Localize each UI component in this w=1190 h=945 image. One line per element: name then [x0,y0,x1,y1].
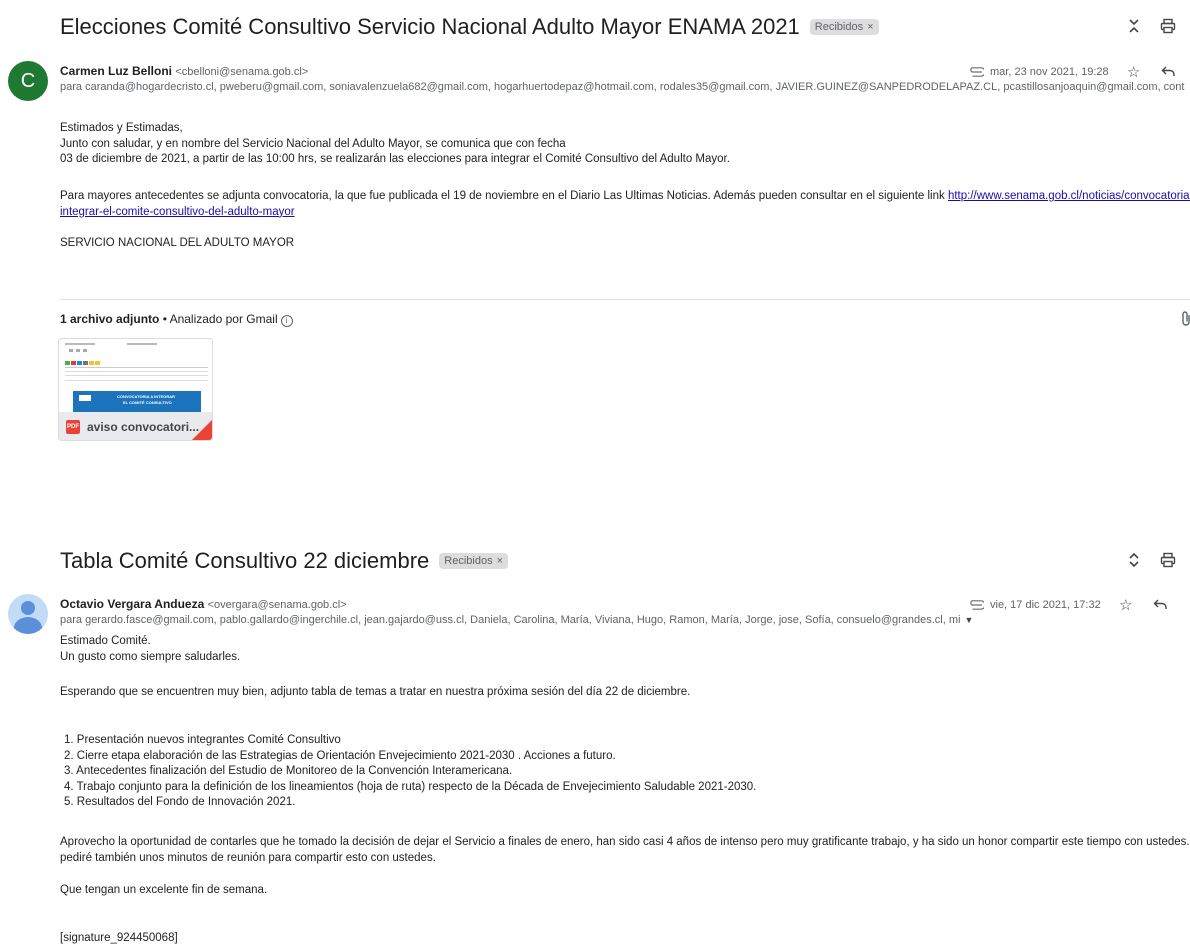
star-icon[interactable]: ☆ [1117,596,1135,614]
convocatoria-link-continued[interactable]: integrar-el-comite-consultivo-del-adulto… [60,206,295,218]
paperclip-icon [968,598,986,613]
reply-icon[interactable] [1151,597,1169,614]
body-line: Junto con saludar, y en nombre del Servi… [60,137,566,150]
thread1-meta: mar, 23 nov 2021, 19:28 ☆ ⋮ [968,63,1190,81]
thread2-toolbar [1112,548,1190,572]
info-icon[interactable]: i [280,315,293,327]
convocatoria-link[interactable]: http://www.senama.gob.cl/noticias/convoc… [948,190,1190,202]
thread1-body: Estimados y Estimadas, Junto con saludar… [60,121,730,168]
remove-label-icon[interactable]: × [497,555,503,567]
signature-placeholder: [signature_924450068] [60,932,178,944]
attachments-header: 1 archivo adjunto • Analizado por Gmail i [60,312,293,327]
thread2-recipients: para gerardo.fasce@gmail.com, pablo.gall… [60,614,974,626]
thread2-intro: Esperando que se encuentren muy bien, ad… [60,686,691,698]
inbox-label-chip[interactable]: Recibidos × [809,19,879,35]
thread2-subject: Tabla Comité Consultivo 22 diciembre [60,548,430,573]
attachment-icon[interactable] [1179,311,1190,331]
agenda-item: 2. Cierre etapa elaboración de las Estra… [64,749,616,762]
sender-avatar[interactable]: C [8,61,48,101]
message-date: vie, 17 dic 2021, 17:32 [990,599,1101,611]
sender-name[interactable]: Carmen Luz Belloni [60,64,172,78]
sender-name[interactable]: Octavio Vergara Andueza [60,597,204,611]
thread1-toolbar [1112,14,1190,38]
sender-avatar[interactable] [8,594,48,634]
attachment-thumbnail: CONVOCATORIA A INTEGRAR EL COMITÉ CONSUL… [59,339,212,412]
thread2-subject-row: Tabla Comité Consultivo 22 diciembre Rec… [60,548,509,574]
inbox-label-chip[interactable]: Recibidos × [439,553,509,569]
attachment-card[interactable]: CONVOCATORIA A INTEGRAR EL COMITÉ CONSUL… [58,338,213,441]
thread1-body-para2: Para mayores antecedentes se adjunta con… [60,189,1190,220]
agenda-list: 1. Presentación nuevos integrantes Comit… [64,733,756,811]
paperclip-icon [968,65,986,80]
thread2-greeting: Estimado Comité. Un gusto como siempre s… [60,635,241,663]
thread1-recipients: para caranda@hogardecristo.cl, pweberu@g… [60,81,1190,93]
pdf-icon: PDF [66,420,80,434]
thread1-signoff: SERVICIO NACIONAL DEL ADULTO MAYOR [60,237,295,249]
star-icon[interactable]: ☆ [1125,63,1143,81]
agenda-item: 4. Trabajo conjunto para la definición d… [64,780,757,793]
thread2-sender: Octavio Vergara Andueza <overgara@senama… [60,597,347,611]
thread2-weekend: Que tengan un excelente fin de semana. [60,884,268,896]
pdf-corner-fold [192,420,212,440]
expand-icon[interactable] [1122,548,1146,572]
divider [60,299,1190,300]
attachment-name-bar: PDF aviso convocatori... [59,412,212,440]
print-icon[interactable] [1156,548,1180,572]
more-vertical-icon[interactable]: ⋮ [1185,596,1190,614]
thread1-sender: Carmen Luz Belloni <cbelloni@senama.gob.… [60,64,308,78]
remove-label-icon[interactable]: × [867,21,873,33]
agenda-item: 3. Antecedentes finalización del Estudio… [64,765,513,777]
reply-icon[interactable] [1159,64,1177,81]
print-icon[interactable] [1156,14,1180,38]
thread2-closing: Aprovecho la oportunidad de contarles qu… [60,836,1190,864]
agenda-item: 5. Resultados del Fondo de Innovación 20… [64,796,296,808]
thread2-meta: vie, 17 dic 2021, 17:32 ☆ ⋮ [968,596,1190,614]
sender-email: <cbelloni@senama.gob.cl> [175,66,309,78]
thread1-subject: Elecciones Comité Consultivo Servicio Na… [60,14,800,39]
thread1-subject-row: Elecciones Comité Consultivo Servicio Na… [60,14,879,40]
agenda-item: 1. Presentación nuevos integrantes Comit… [64,734,341,746]
collapse-icon[interactable] [1122,14,1146,38]
body-line: 03 de diciembre de 2021, a partir de las… [60,153,730,165]
body-line: Estimados y Estimadas, [60,122,183,134]
sender-email: <overgara@senama.gob.cl> [207,599,347,611]
message-date: mar, 23 nov 2021, 19:28 [990,66,1109,78]
attachment-filename: aviso convocatori... [87,420,200,434]
chevron-down-icon[interactable]: ▼ [964,615,973,625]
